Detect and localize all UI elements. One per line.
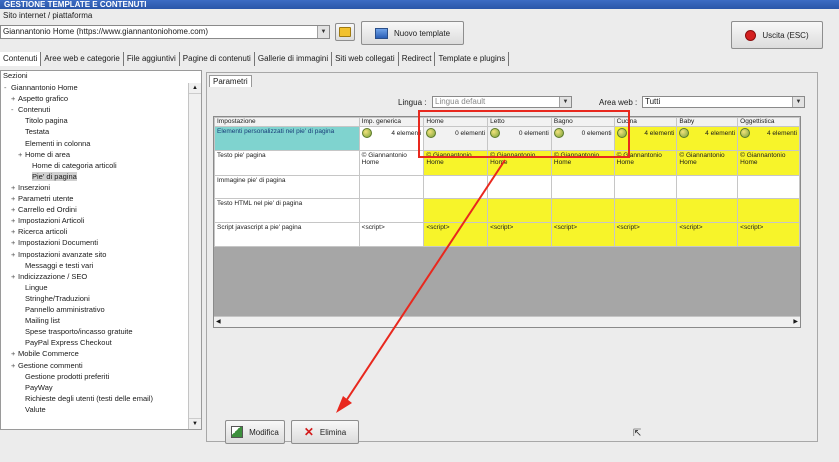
mouse-cursor-icon: ⇱	[633, 428, 642, 439]
annotation-arrow	[336, 159, 506, 413]
